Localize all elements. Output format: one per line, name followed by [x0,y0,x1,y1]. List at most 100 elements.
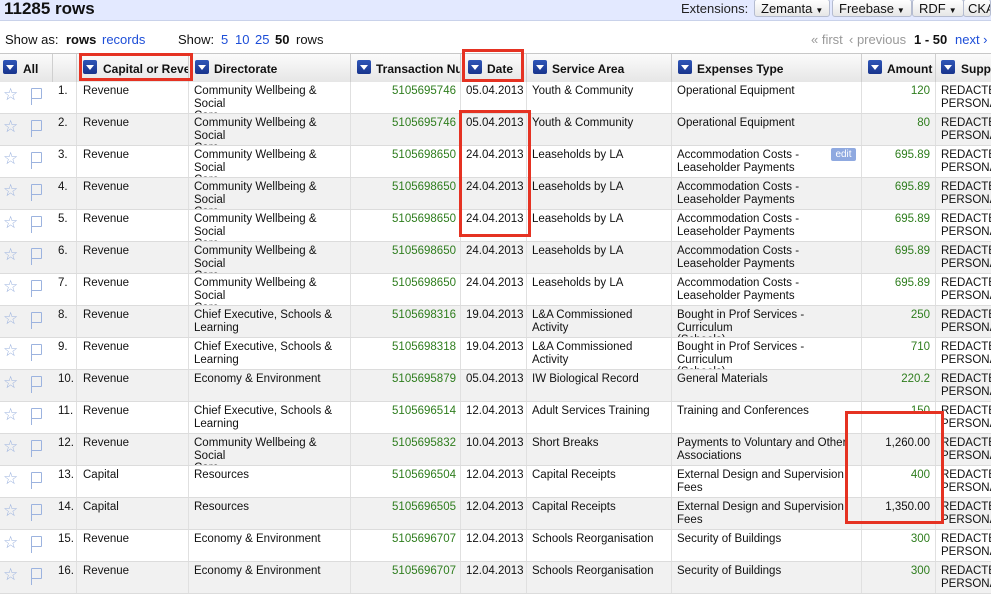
cell-directorate[interactable]: Resources [189,498,351,529]
cell-transaction-number[interactable]: 5105696505 [351,498,461,529]
extension-ckan-button[interactable]: CKA [963,0,991,17]
cell-directorate[interactable]: Chief Executive, Schools & Learning [189,306,351,337]
cell-supplier[interactable]: REDACTEPERSONA [936,210,991,241]
cell-expenses-type[interactable]: External Design and Supervision Fees [672,498,862,529]
cell-supplier[interactable]: REDACTEPERSONA [936,274,991,305]
column-service-area[interactable]: Service Area [527,54,672,82]
cell-supplier[interactable]: REDACTEPERSONA [936,82,991,113]
cell-supplier[interactable]: REDACTEPERSONA [936,530,991,561]
cell-amount[interactable]: 250 [862,306,936,337]
cell-transaction-number[interactable]: 5105696514 [351,402,461,433]
cell-capital-or-revenue[interactable]: Capital [77,466,189,497]
cell-directorate[interactable]: Community Wellbeing & SocialCare [189,434,351,465]
edit-cell-button[interactable]: edit [831,148,856,161]
cell-capital-or-revenue[interactable]: Revenue [77,434,189,465]
cell-supplier[interactable]: REDACTEPERSONA [936,370,991,401]
flag-icon[interactable] [31,408,42,425]
page-size-25[interactable]: 25 [255,32,269,47]
flag-icon[interactable] [31,376,42,393]
cell-supplier[interactable]: REDACTEPERSONA [936,434,991,465]
cell-supplier[interactable]: REDACTEPERSONA [936,338,991,369]
cell-service-area[interactable]: Leaseholds by LA [527,178,672,209]
cell-capital-or-revenue[interactable]: Revenue [77,370,189,401]
column-menu-icon[interactable] [868,60,882,74]
cell-supplier[interactable]: REDACTEPERSONA [936,114,991,145]
cell-date[interactable]: 19.04.2013 [461,306,527,337]
star-icon[interactable]: ☆ [3,246,18,263]
column-expenses-type[interactable]: Expenses Type [672,54,862,82]
cell-directorate[interactable]: Community Wellbeing & SocialCare [189,242,351,273]
cell-service-area[interactable]: IW Biological Record [527,370,672,401]
column-transaction-number[interactable]: Transaction Nur [351,54,461,82]
cell-amount[interactable]: 120 [862,82,936,113]
column-menu-icon[interactable] [533,60,547,74]
star-icon[interactable]: ☆ [3,278,18,295]
cell-service-area[interactable]: Capital Receipts [527,466,672,497]
star-icon[interactable]: ☆ [3,534,18,551]
cell-transaction-number[interactable]: 5105698650 [351,274,461,305]
star-icon[interactable]: ☆ [3,566,18,583]
flag-icon[interactable] [31,184,42,201]
records-mode-link[interactable]: records [102,32,145,47]
flag-icon[interactable] [31,472,42,489]
cell-supplier[interactable]: REDACTEPERSONA [936,306,991,337]
cell-amount[interactable]: 695.89 [862,274,936,305]
flag-icon[interactable] [31,312,42,329]
cell-amount[interactable]: 695.89 [862,146,936,177]
cell-expenses-type[interactable]: Bought in Prof Services - Curriculum(Sch… [672,306,862,337]
cell-service-area[interactable]: Short Breaks [527,434,672,465]
cell-transaction-number[interactable]: 5105698316 [351,306,461,337]
cell-supplier[interactable]: REDACTEPERSONA [936,466,991,497]
column-supplier[interactable]: Supp [936,54,991,82]
cell-service-area[interactable]: Youth & Community [527,82,672,113]
cell-transaction-number[interactable]: 5105695879 [351,370,461,401]
column-directorate[interactable]: Directorate [189,54,351,82]
cell-directorate[interactable]: Chief Executive, Schools & Learning [189,402,351,433]
cell-transaction-number[interactable]: 5105698650 [351,178,461,209]
previous-page-link[interactable]: ‹ previous [849,32,906,47]
star-icon[interactable]: ☆ [3,342,18,359]
column-amount[interactable]: Amount [862,54,936,82]
cell-transaction-number[interactable]: 5105696707 [351,530,461,561]
cell-directorate[interactable]: Community Wellbeing & SocialCare [189,274,351,305]
cell-service-area[interactable]: Schools Reorganisation [527,562,672,593]
cell-amount[interactable]: 695.89 [862,242,936,273]
cell-transaction-number[interactable]: 5105695746 [351,114,461,145]
cell-transaction-number[interactable]: 5105698650 [351,210,461,241]
cell-amount[interactable]: 300 [862,562,936,593]
page-size-5[interactable]: 5 [221,32,228,47]
cell-amount[interactable]: 220.2 [862,370,936,401]
cell-expenses-type[interactable]: External Design and Supervision Fees [672,466,862,497]
cell-transaction-number[interactable]: 5105696504 [351,466,461,497]
cell-directorate[interactable]: Community Wellbeing & SocialCare [189,146,351,177]
cell-date[interactable]: 12.04.2013 [461,562,527,593]
cell-date[interactable]: 05.04.2013 [461,370,527,401]
cell-expenses-type[interactable]: Security of Buildings [672,530,862,561]
flag-icon[interactable] [31,248,42,265]
cell-directorate[interactable]: Community Wellbeing & SocialCare [189,114,351,145]
column-menu-icon[interactable] [195,60,209,74]
cell-transaction-number[interactable]: 5105695832 [351,434,461,465]
cell-date[interactable]: 12.04.2013 [461,530,527,561]
flag-icon[interactable] [31,504,42,521]
cell-transaction-number[interactable]: 5105696707 [351,562,461,593]
cell-service-area[interactable]: Leaseholds by LA [527,210,672,241]
cell-date[interactable]: 19.04.2013 [461,338,527,369]
cell-transaction-number[interactable]: 5105698318 [351,338,461,369]
cell-date[interactable]: 12.04.2013 [461,498,527,529]
cell-date[interactable]: 24.04.2013 [461,274,527,305]
next-page-link[interactable]: next › [955,32,988,47]
cell-directorate[interactable]: Resources [189,466,351,497]
page-size-10[interactable]: 10 [235,32,249,47]
cell-capital-or-revenue[interactable]: Revenue [77,306,189,337]
flag-icon[interactable] [31,120,42,137]
cell-directorate[interactable]: Community Wellbeing & SocialCare [189,82,351,113]
star-icon[interactable]: ☆ [3,438,18,455]
column-menu-icon[interactable] [357,60,371,74]
flag-icon[interactable] [31,536,42,553]
cell-capital-or-revenue[interactable]: Capital [77,498,189,529]
cell-directorate[interactable]: Chief Executive, Schools & Learning [189,338,351,369]
cell-directorate[interactable]: Community Wellbeing & SocialCare [189,178,351,209]
star-icon[interactable]: ☆ [3,502,18,519]
cell-service-area[interactable]: Capital Receipts [527,498,672,529]
